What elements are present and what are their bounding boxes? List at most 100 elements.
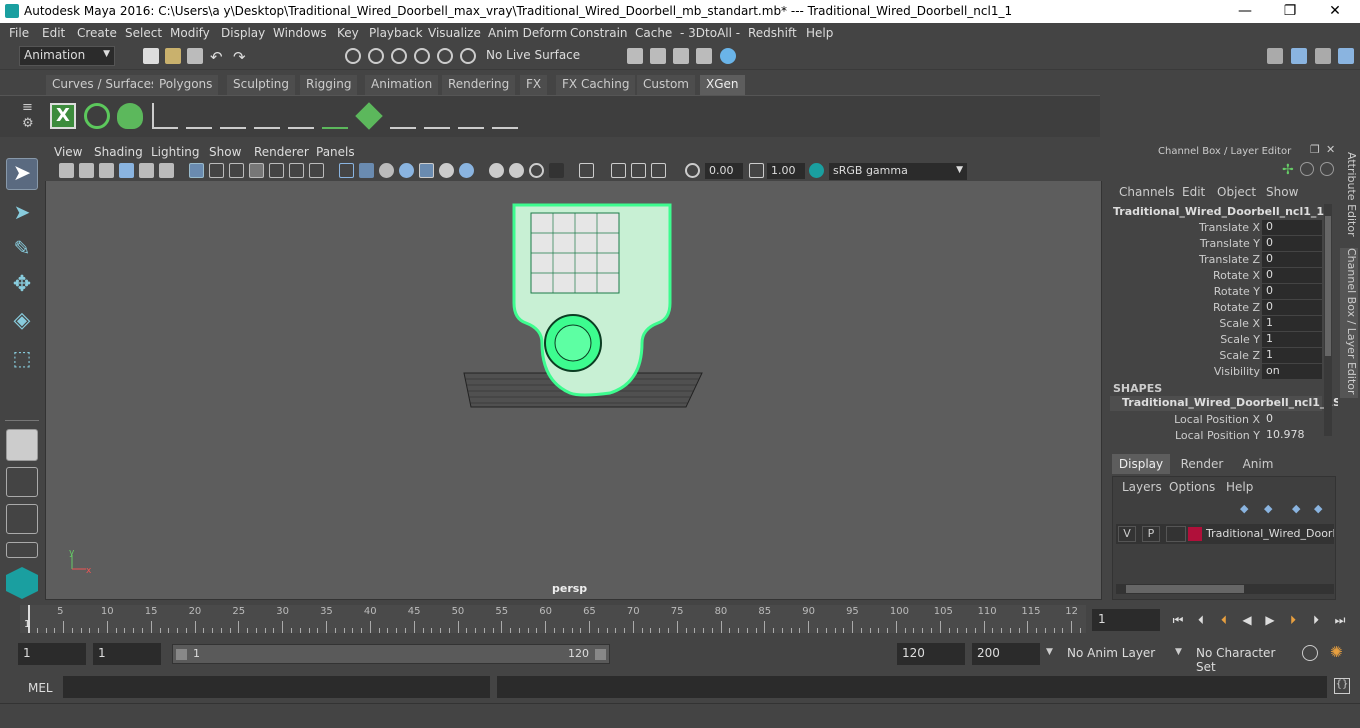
command-input[interactable] (63, 676, 490, 698)
menu-constrain[interactable]: Constrain (570, 26, 628, 40)
channel-row-local-position-y[interactable]: Local Position Y 10.978 (1110, 428, 1322, 444)
channel-row-rotate-z[interactable]: Rotate Z0 (1110, 300, 1322, 316)
channel-filter-icon[interactable] (1320, 162, 1334, 176)
channel-box-scrollbar[interactable] (1324, 204, 1332, 436)
xgen-primitive-icon[interactable] (117, 103, 143, 129)
side-tab-channel-box[interactable]: Channel Box / Layer Editor (1340, 248, 1358, 398)
snap-point-icon[interactable] (460, 48, 476, 64)
side-tab-attribute-editor[interactable]: Attribute Editor (1340, 152, 1358, 242)
wireframe-icon[interactable] (339, 163, 354, 178)
show-guides-icon[interactable] (254, 103, 280, 129)
layer-color-swatch[interactable] (1188, 527, 1202, 541)
channel-value[interactable]: 0 (1262, 252, 1322, 267)
channel-value[interactable]: 0 (1262, 284, 1322, 299)
shape-node-name[interactable]: Traditional_Wired_Doorbell_ncl1_1S... (1110, 396, 1354, 411)
view-transform-dropdown[interactable]: sRGB gamma ▼ (829, 163, 967, 180)
guide-tool-icon[interactable] (390, 103, 416, 129)
add-guide-icon[interactable] (152, 103, 178, 129)
hscrollbar-thumb[interactable] (1126, 585, 1244, 593)
layer-playback-toggle[interactable]: P (1142, 526, 1160, 542)
depth-of-field-icon[interactable] (529, 163, 544, 178)
live-surface-field[interactable]: No Live Surface (481, 46, 589, 66)
new-layer-icon[interactable]: ◆ (1292, 502, 1306, 515)
shadows-icon[interactable] (439, 163, 454, 178)
camera-attributes-icon[interactable] (79, 163, 94, 178)
select-object-icon[interactable] (368, 48, 384, 64)
auto-key-icon[interactable] (1302, 645, 1318, 661)
channel-sync-icon[interactable] (1300, 162, 1314, 176)
viewport-menu-shading[interactable]: Shading (94, 145, 143, 159)
use-all-lights-icon[interactable] (419, 163, 434, 178)
render-frame-icon[interactable] (650, 48, 666, 64)
rotate-tool-icon[interactable]: ◈ (6, 305, 38, 337)
channel-row-visibility[interactable]: Visibility on (1110, 364, 1322, 380)
select-component-icon[interactable] (391, 48, 407, 64)
scrollbar-thumb[interactable] (1325, 216, 1331, 356)
channel-box-toggle-icon[interactable] (1338, 48, 1354, 64)
menu-create[interactable]: Create (77, 26, 117, 40)
tab-xgen[interactable]: XGen (700, 75, 745, 95)
layer-menu-help[interactable]: Help (1226, 480, 1253, 494)
shelf-settings-icon[interactable]: ⚙ (22, 116, 34, 131)
animation-end-field[interactable]: 200 (972, 643, 1040, 665)
channel-value[interactable]: 0 (1262, 220, 1322, 235)
channel-row-local-position-x[interactable]: Local Position X0 (1110, 412, 1322, 428)
step-forward-key-icon[interactable]: ⏵ (1285, 613, 1301, 627)
close-panel-icon[interactable]: ✕ (1326, 143, 1335, 156)
isolate-select-icon[interactable] (549, 163, 564, 178)
tab-rigging[interactable]: Rigging (300, 75, 358, 95)
time-ruler[interactable]: 5 10 15 20 25 30 35 40 45 50 55 60 65 70 75 80 85 90 95 100… (20, 605, 1086, 633)
open-scene-icon[interactable] (165, 48, 181, 64)
channel-menu-channels[interactable]: Channels (1119, 185, 1175, 199)
range-slider[interactable]: 1 120 (172, 644, 610, 664)
backface-culling-icon[interactable] (631, 163, 646, 178)
xray-components-icon[interactable] (651, 163, 666, 178)
play-backwards-icon[interactable]: ◀ (1239, 613, 1255, 627)
resolution-gate-icon[interactable] (229, 163, 244, 178)
exposure-field[interactable]: 0.00 (705, 163, 743, 179)
channel-value[interactable]: 1 (1262, 348, 1322, 363)
two-d-pan-zoom-icon[interactable] (139, 163, 154, 178)
play-forwards-icon[interactable]: ▶ (1262, 613, 1278, 627)
step-back-key-icon[interactable]: ⏴ (1216, 613, 1232, 627)
viewport-menu-lighting[interactable]: Lighting (151, 145, 200, 159)
character-set-dropdown[interactable]: No Character Set (1191, 643, 1295, 674)
perspective-viewport[interactable]: y x (45, 142, 1102, 600)
float-panel-icon[interactable]: ❐ (1310, 143, 1320, 156)
ipr-render-icon[interactable] (673, 48, 689, 64)
minimize-button[interactable]: — (1230, 2, 1260, 20)
graph-layout-icon[interactable] (6, 542, 38, 558)
layer-display-type-toggle[interactable] (1166, 526, 1186, 542)
save-scene-icon[interactable] (187, 48, 203, 64)
layer-tab-render[interactable]: Render (1174, 454, 1230, 474)
safe-action-icon[interactable] (289, 163, 304, 178)
tool-settings-icon[interactable] (1315, 48, 1331, 64)
tab-curves-surfaces[interactable]: Curves / Surfaces (46, 75, 164, 95)
image-plane-icon[interactable] (119, 163, 134, 178)
layer-tab-display[interactable]: Display (1112, 454, 1170, 474)
hypershade-icon[interactable] (720, 48, 736, 64)
tab-fx[interactable]: FX (520, 75, 548, 95)
select-tool-icon[interactable]: ➤ (6, 158, 38, 190)
tab-rendering[interactable]: Rendering (442, 75, 516, 95)
scale-tool-icon[interactable]: ⬚ (6, 342, 38, 374)
channel-row-scale-y[interactable]: Scale Y1 (1110, 332, 1322, 348)
outliner-layout-icon[interactable] (6, 504, 38, 534)
snap-curve-icon[interactable] (437, 48, 453, 64)
go-to-start-icon[interactable]: ⏮ (1170, 613, 1186, 627)
viewport-menu-view[interactable]: View (54, 145, 82, 159)
channel-value[interactable]: on (1262, 364, 1322, 379)
layer-row[interactable]: V P Traditional_Wired_Doorbell (1116, 524, 1334, 544)
channel-row-scale-z[interactable]: Scale Z1 (1110, 348, 1322, 364)
move-guide-icon[interactable] (186, 103, 212, 129)
channel-row-rotate-y[interactable]: Rotate Y0 (1110, 284, 1322, 300)
grass-guides-icon[interactable] (322, 103, 348, 129)
range-slider-end-handle[interactable] (595, 649, 606, 660)
channel-menu-object[interactable]: Object (1217, 185, 1256, 199)
modeling-toolkit-icon[interactable] (1267, 48, 1283, 64)
film-gate-icon[interactable] (209, 163, 224, 178)
menu-playback[interactable]: Playback (369, 26, 423, 40)
four-view-layout-icon[interactable] (6, 467, 38, 497)
menu-edit[interactable]: Edit (42, 26, 65, 40)
grid-toggle-icon[interactable] (189, 163, 204, 178)
